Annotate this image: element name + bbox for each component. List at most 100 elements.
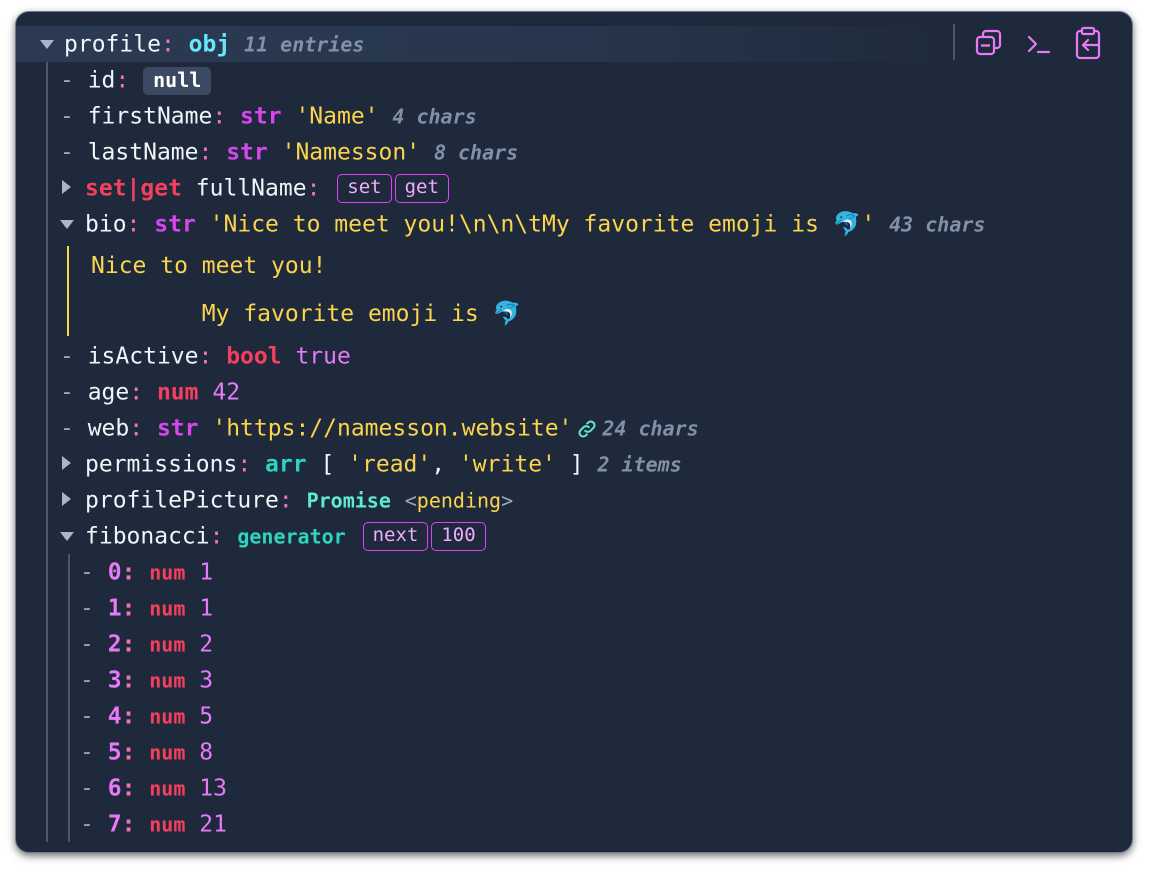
- object-inspector-panel: profile: obj 11 entries - id: null - fir…: [15, 11, 1133, 853]
- type-label: str: [156, 415, 199, 442]
- next-button[interactable]: next: [362, 522, 429, 551]
- property-row-bio[interactable]: bio: str 'Nice to meet you!\n\n\tMy favo…: [85, 206, 985, 242]
- type-label: num: [149, 668, 186, 693]
- array-close-bracket: ]: [569, 451, 584, 478]
- property-key: lastName: [87, 139, 199, 166]
- type-label: num: [149, 776, 186, 801]
- property-row-permissions[interactable]: permissions: arr [ 'read', 'write' ] 2 i…: [85, 446, 682, 482]
- list-item[interactable]: - 6: num 13: [80, 770, 227, 806]
- colon: :: [121, 739, 150, 766]
- setter-button[interactable]: set: [337, 174, 392, 203]
- leaf-dash: -: [80, 559, 108, 586]
- list-item[interactable]: - 3: num 3: [80, 662, 213, 698]
- colon: :: [160, 31, 189, 58]
- expand-caret-icon[interactable]: [62, 456, 71, 470]
- colon: :: [129, 379, 157, 406]
- getter-button[interactable]: get: [394, 174, 449, 203]
- property-key: fullName: [195, 175, 307, 202]
- colon: :: [126, 211, 155, 238]
- type-label: str: [226, 139, 268, 166]
- colon: :: [115, 67, 144, 94]
- colon: :: [198, 139, 227, 166]
- property-row-age[interactable]: - age: num 42: [60, 374, 240, 410]
- number-value: 13: [199, 775, 227, 802]
- array-item: 'write': [458, 451, 556, 478]
- property-row-isactive[interactable]: - isActive: bool true: [60, 338, 351, 374]
- type-label: num: [149, 704, 186, 729]
- property-key: firstName: [87, 103, 213, 130]
- leaf-dash: -: [60, 343, 88, 370]
- bio-guide-line: [67, 246, 69, 336]
- colon: :: [121, 703, 150, 730]
- number-value: 1: [199, 559, 214, 586]
- property-row-fibonacci[interactable]: fibonacci: generator next 100: [85, 518, 486, 554]
- console-icon[interactable]: [1024, 30, 1054, 58]
- expand-caret-icon[interactable]: [62, 492, 71, 506]
- leaf-dash: -: [80, 703, 108, 730]
- char-count: 24 chars: [602, 416, 699, 441]
- type-label: generator: [237, 524, 346, 549]
- null-badge: null: [143, 66, 212, 95]
- angle-open: <: [404, 488, 417, 513]
- leaf-dash: -: [60, 67, 88, 94]
- tree-guide-line: [46, 62, 48, 842]
- entry-count: 11 entries: [244, 32, 365, 57]
- next-100-button[interactable]: 100: [431, 522, 486, 551]
- property-row-web[interactable]: - web: str 'https://namesson.website' 24 …: [60, 410, 699, 446]
- expand-caret-icon[interactable]: [40, 40, 54, 49]
- colon: :: [278, 487, 307, 514]
- tree-guide-line: [68, 554, 70, 842]
- colon: :: [129, 415, 157, 442]
- colon: :: [121, 595, 150, 622]
- leaf-dash: -: [60, 139, 88, 166]
- char-count: 43 chars: [889, 212, 986, 237]
- colon: :: [209, 523, 238, 550]
- collapse-all-icon[interactable]: [974, 28, 1004, 58]
- property-row-firstname[interactable]: - firstName: str 'Name' 4 chars: [60, 98, 477, 134]
- item-index: 2: [107, 631, 122, 658]
- clipboard-icon[interactable]: [1072, 25, 1104, 61]
- list-item[interactable]: - 0: num 1: [80, 554, 213, 590]
- string-value: 'Nice to meet you!\n\n\tMy favorite emoj…: [209, 211, 876, 238]
- expand-caret-icon[interactable]: [60, 532, 74, 541]
- property-key: profilePicture: [85, 487, 279, 514]
- expand-caret-icon[interactable]: [60, 220, 74, 229]
- expand-caret-icon[interactable]: [62, 180, 71, 194]
- list-item[interactable]: - 2: num 2: [80, 626, 213, 662]
- promise-state: pending: [416, 488, 502, 513]
- colon: :: [121, 667, 150, 694]
- colon: :: [121, 775, 150, 802]
- colon: :: [237, 451, 266, 478]
- item-index: 3: [107, 667, 122, 694]
- leaf-dash: -: [80, 775, 108, 802]
- list-item[interactable]: - 4: num 5: [80, 698, 213, 734]
- number-value: 2: [199, 631, 214, 658]
- item-index: 0: [107, 559, 122, 586]
- property-row-id[interactable]: - id: null: [60, 62, 212, 98]
- colon: :: [121, 811, 150, 838]
- item-index: 1: [107, 595, 122, 622]
- number-value: 21: [199, 811, 227, 838]
- link-icon[interactable]: [576, 418, 598, 440]
- property-row-fullname[interactable]: set|get fullName: set get: [85, 170, 449, 206]
- type-label: obj: [188, 31, 231, 58]
- list-item[interactable]: - 7: num 21: [80, 806, 227, 842]
- root-key: profile: [64, 31, 161, 58]
- type-label: bool: [226, 343, 282, 370]
- list-item[interactable]: - 5: num 8: [80, 734, 213, 770]
- accessor-label: set|get: [85, 175, 182, 202]
- root-row[interactable]: profile: obj 11 entries: [64, 26, 364, 62]
- property-row-profilepicture[interactable]: profilePicture: Promise <pending>: [85, 482, 513, 518]
- number-value: 42: [212, 379, 241, 406]
- list-item[interactable]: - 1: num 1: [80, 590, 213, 626]
- property-row-lastname[interactable]: - lastName: str 'Namesson' 8 chars: [60, 134, 518, 170]
- colon: :: [306, 175, 335, 202]
- toolbar-separator: [953, 24, 955, 60]
- type-label: num: [149, 632, 186, 657]
- angle-close: >: [501, 488, 514, 513]
- colon: :: [121, 559, 150, 586]
- number-value: 8: [199, 739, 214, 766]
- item-index: 4: [107, 703, 122, 730]
- property-key: bio: [85, 211, 127, 238]
- type-label: str: [154, 211, 196, 238]
